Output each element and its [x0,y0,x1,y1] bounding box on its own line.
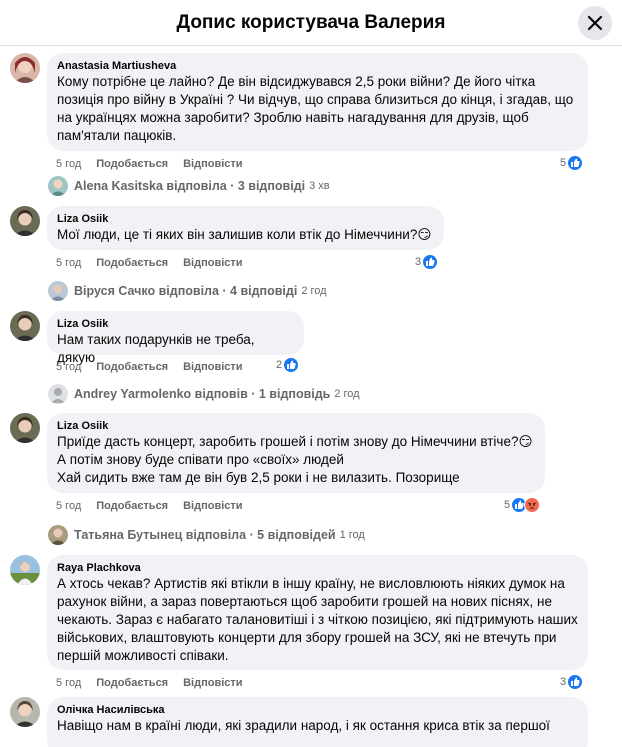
comment-actions: 5 год Подобається Відповісти [56,676,258,690]
comment-time[interactable]: 5 год [56,158,81,170]
replies-summary: Віруся Сачко відповіла · 4 відповіді [74,284,298,298]
reactions-count[interactable]: 5 [560,155,584,172]
reply-button[interactable]: Відповісти [183,361,242,373]
comment-text: Мої люди, це ті яких він залишив коли вт… [57,227,432,242]
reply-avatar [48,384,68,404]
comment-author[interactable]: Liza Osiik [57,419,535,433]
like-button[interactable]: Подобається [96,677,168,689]
like-button[interactable]: Подобається [96,257,168,269]
replies-time: 2 год [301,285,327,297]
comment-time[interactable]: 5 год [56,257,81,269]
comment-bubble: Liza Osiik Нам таких подарунків не треба… [47,311,304,365]
close-icon [587,15,603,31]
replies-summary: Andrey Yarmolenko відповів · 1 відповідь [74,387,331,401]
comment-author[interactable]: Raya Plachkova [57,561,578,575]
reactions-count[interactable]: 2 [276,357,300,374]
view-replies-link[interactable]: Alena Kasitska відповіла · 3 відповіді 3… [48,175,330,197]
comment-time[interactable]: 5 год [56,500,81,512]
reply-button[interactable]: Відповісти [183,677,242,689]
comment-time[interactable]: 5 год [56,677,81,689]
replies-time: 1 год [339,529,365,541]
reply-button[interactable]: Відповісти [183,158,242,170]
like-reaction-icon [567,155,584,171]
avatar[interactable] [10,413,40,443]
comment-bubble: Олічка Насилівська Навіщо нам в країні л… [47,697,588,747]
comment-author[interactable]: Liza Osiik [57,212,434,226]
reply-button[interactable]: Відповісти [183,257,242,269]
reply-button[interactable]: Відповісти [183,500,242,512]
comments-feed[interactable]: Anastasia Martiusheva Кому потрібне це л… [0,47,622,747]
comment-text: Приїде дасть концерт, заробить грошей і … [57,434,533,485]
avatar[interactable] [10,311,40,341]
like-reaction-icon [283,357,300,373]
comment-bubble: Liza Osiik Приїде дасть концерт, заробит… [47,413,545,493]
comment-author[interactable]: Олічка Насилівська [57,703,578,717]
comment-actions: 5 год Подобається Відповісти [56,157,258,171]
comment-actions: 5 год Подобається Відповісти [56,360,258,374]
avatar[interactable] [10,206,40,236]
reply-avatar [48,176,68,196]
replies-time: 2 год [334,388,360,400]
like-button[interactable]: Подобається [96,361,168,373]
comment-text: А хтось чекав? Артистів які втікли в інш… [57,576,578,663]
comment-actions: 5 год Подобається Відповісти [56,499,258,513]
replies-time: 3 хв [309,180,330,192]
view-replies-link[interactable]: Віруся Сачко відповіла · 4 відповіді 2 г… [48,280,327,302]
avatar[interactable] [10,697,40,727]
replies-summary: Татьяна Бутынец відповіла · 5 відповідей [74,528,336,542]
reactions-count[interactable]: 3 [415,254,439,271]
view-replies-link[interactable]: Татьяна Бутынец відповіла · 5 відповідей… [48,524,365,546]
comment-bubble: Liza Osiik Мої люди, це ті яких він зали… [47,206,444,250]
close-button[interactable] [578,6,612,40]
like-reaction-icon [422,254,439,270]
dialog-title: Допис користувача Валерия [176,12,446,33]
comment-author[interactable]: Anastasia Martiusheva [57,59,578,73]
comment-actions: 5 год Подобається Відповісти [56,256,258,270]
view-replies-link[interactable]: Andrey Yarmolenko відповів · 1 відповідь… [48,383,360,405]
comment-author[interactable]: Liza Osiik [57,317,294,331]
comment-text: Навіщо нам в країні люди, які зрадили на… [57,718,550,733]
like-button[interactable]: Подобається [96,500,168,512]
replies-summary: Alena Kasitska відповіла · 3 відповіді [74,179,306,193]
angry-reaction-icon [524,497,541,513]
comment-bubble: Raya Plachkova А хтось чекав? Артистів я… [47,555,588,670]
like-reaction-icon [567,674,584,690]
like-button[interactable]: Подобається [96,158,168,170]
reply-avatar [48,281,68,301]
avatar[interactable] [10,53,40,83]
reactions-count[interactable]: 3 [560,674,584,691]
dialog-header: Допис користувача Валерия [0,0,622,46]
comment-time[interactable]: 5 год [56,361,81,373]
reactions-count[interactable]: 5 [504,497,541,514]
reply-avatar [48,525,68,545]
comment-bubble: Anastasia Martiusheva Кому потрібне це л… [47,53,588,151]
avatar[interactable] [10,555,40,585]
comment-text: Кому потрібне це лайно? Де він відсиджув… [57,74,574,143]
